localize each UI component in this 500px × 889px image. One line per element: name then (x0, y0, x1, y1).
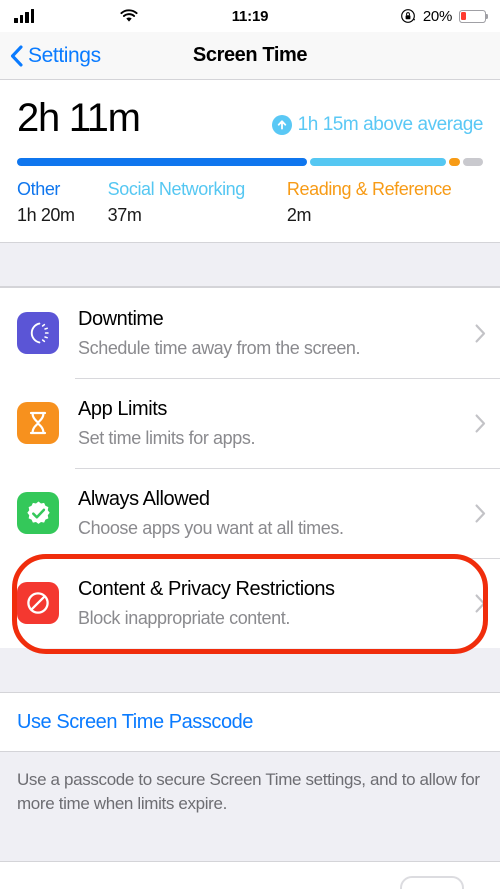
wifi-icon (120, 9, 138, 23)
arrow-up-circle-icon (271, 115, 292, 135)
usage-legend-category-time: 1h 20m (17, 205, 75, 225)
rotation-lock-icon (400, 9, 415, 23)
hourglass-icon (17, 402, 59, 444)
carrier-name-redacted (43, 8, 111, 24)
usage-breakdown-bar (17, 158, 483, 166)
settings-row-text: Downtime Schedule time away from the scre… (78, 307, 469, 360)
usage-legend-item: Reading & Reference 2m (287, 179, 452, 226)
usage-legend-category-name: Reading & Reference (286, 179, 452, 199)
settings-row-text: Always Allowed Choose apps you want at al… (78, 487, 469, 540)
usage-legend-category-name: Social Networking (107, 179, 246, 199)
navigation-bar: Settings Screen Time (0, 32, 500, 80)
prohibition-icon (17, 582, 59, 624)
back-button-label: Settings (28, 43, 101, 67)
settings-row-subtitle: Schedule time away from the screen. (78, 337, 361, 358)
usage-legend-item: Social Networking 37m (107, 179, 246, 226)
average-comparison-text: 1h 15m above average (297, 114, 484, 135)
screen-time-settings-screen: 11:19 20% Settings Screen Time 2h 11m 1h… (0, 0, 500, 889)
settings-row-title: Downtime (78, 307, 164, 330)
back-button[interactable]: Settings (0, 44, 101, 68)
chevron-right-icon (475, 594, 486, 613)
usage-bar-segment (463, 158, 483, 166)
usage-legend-category-time: 2m (286, 205, 312, 225)
cellular-signal-icon (14, 9, 34, 23)
settings-row-subtitle: Choose apps you want at all times. (78, 517, 344, 538)
usage-bar-segment (310, 158, 446, 166)
passcode-footer-note: Use a passcode to secure Screen Time set… (0, 752, 500, 817)
screen-time-options-list: Downtime Schedule time away from the scre… (0, 287, 500, 648)
use-screen-time-passcode-label: Use Screen Time Passcode (17, 710, 253, 733)
settings-row-app-limits[interactable]: App Limits Set time limits for apps. (0, 378, 500, 468)
summary-header-row: 2h 11m 1h 15m above average (17, 98, 483, 138)
usage-bar-segment (448, 158, 461, 166)
downtime-moon-icon (17, 312, 59, 354)
chevron-right-icon (475, 414, 486, 433)
settings-row-title: App Limits (78, 397, 167, 420)
usage-legend-category-name: Other (17, 179, 61, 199)
usage-legend-item: Other 1h 20m (17, 179, 75, 226)
status-bar-right: 20% (400, 7, 489, 25)
chevron-right-icon (475, 324, 486, 343)
screen-time-summary-card[interactable]: 2h 11m 1h 15m above average Other 1h 20m S… (0, 80, 500, 243)
partial-toggle-shape (400, 876, 464, 889)
usage-bar-segment (17, 158, 308, 166)
usage-category-legend: Other 1h 20m Social Networking 37m Reading &… (17, 179, 483, 226)
settings-row-always-allowed[interactable]: Always Allowed Choose apps you want at al… (0, 468, 500, 558)
chevron-left-icon (10, 44, 23, 67)
section-gap-top (0, 243, 500, 287)
settings-row-text: App Limits Set time limits for apps. (78, 397, 469, 450)
settings-row-subtitle: Set time limits for apps. (78, 427, 256, 448)
check-seal-icon (17, 492, 59, 534)
settings-row-text: Content & Privacy Restrictions Block inap… (78, 577, 469, 630)
chevron-right-icon (475, 504, 486, 523)
battery-icon (459, 9, 489, 23)
status-bar-left (14, 8, 138, 24)
battery-fill (461, 11, 466, 21)
passcode-footer-text: Use a passcode to secure Screen Time set… (17, 770, 480, 814)
average-comparison: 1h 15m above average (271, 114, 484, 138)
total-screen-time: 2h 11m (17, 96, 141, 140)
settings-row-content-privacy-restrictions[interactable]: Content & Privacy Restrictions Block inap… (0, 558, 500, 648)
section-gap-middle (0, 648, 500, 692)
usage-legend-category-time: 37m (107, 205, 142, 225)
battery-percentage: 20% (422, 7, 452, 25)
settings-row-subtitle: Block inappropriate content. (78, 607, 290, 628)
settings-row-title: Content & Privacy Restrictions (78, 577, 335, 600)
status-bar: 11:19 20% (0, 0, 500, 32)
next-section-partial (0, 861, 500, 889)
use-screen-time-passcode-button[interactable]: Use Screen Time Passcode (0, 692, 500, 752)
settings-row-downtime[interactable]: Downtime Schedule time away from the scre… (0, 288, 500, 378)
settings-row-title: Always Allowed (78, 487, 210, 510)
